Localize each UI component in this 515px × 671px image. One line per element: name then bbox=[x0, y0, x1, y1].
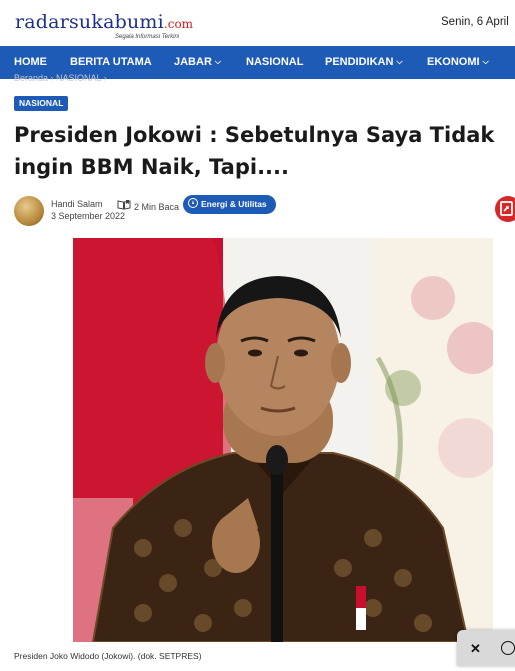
article-photo bbox=[73, 238, 493, 642]
author-name[interactable]: Handi Salam bbox=[51, 199, 103, 209]
breadcrumb-home[interactable]: Beranda bbox=[14, 73, 48, 83]
share-button[interactable] bbox=[495, 196, 515, 222]
nav-label: NASIONAL bbox=[246, 56, 304, 68]
nav-label: HOME bbox=[14, 56, 47, 68]
topic-tag[interactable]: Energi & Utilitas bbox=[183, 195, 276, 214]
current-date: Senin, 6 April bbox=[441, 16, 509, 28]
title-line-1: Presiden Jokowi : Sebetulnya Saya Tidak bbox=[14, 123, 495, 147]
arrow-circle-icon[interactable] bbox=[501, 641, 515, 655]
nav-home[interactable]: HOME bbox=[14, 56, 47, 68]
site-tagline: Segala Informasi Terkini bbox=[115, 34, 180, 40]
nav-ekonomi[interactable]: EKONOMI ⌵ bbox=[427, 56, 489, 68]
site-header: radarsukabumi.com Segala Informasi Terki… bbox=[0, 0, 515, 46]
nav-jabar[interactable]: JABAR ⌵ bbox=[174, 56, 221, 68]
article-title: Presiden Jokowi : Sebetulnya Saya Tidak … bbox=[14, 119, 514, 183]
nav-label: BERITA UTAMA bbox=[70, 56, 152, 68]
photo-caption: Presiden Joko Widodo (Jokowi). (dok. SET… bbox=[14, 651, 202, 661]
site-logo[interactable]: radarsukabumi.com Segala Informasi Terki… bbox=[15, 11, 194, 40]
share-icon bbox=[500, 201, 513, 216]
breadcrumb-category[interactable]: NASIONAL bbox=[56, 73, 101, 83]
chevron-down-icon: ⌵ bbox=[214, 57, 221, 66]
logo-text: radarsukabumi bbox=[15, 11, 164, 33]
read-time: 2 Min Baca bbox=[134, 202, 180, 212]
nav-nasional[interactable]: NASIONAL bbox=[246, 56, 303, 68]
nav-label: EKONOMI bbox=[427, 56, 480, 68]
breadcrumb: Beranda › NASIONAL › bbox=[14, 73, 107, 83]
nav-label: PENDIDIKAN bbox=[325, 56, 394, 68]
topic-label: Energi & Utilitas bbox=[201, 199, 267, 209]
category-badge[interactable]: NASIONAL bbox=[14, 96, 69, 111]
book-open-icon bbox=[117, 200, 131, 210]
nav-label: JABAR bbox=[174, 56, 212, 68]
chevron-down-icon: ⌵ bbox=[396, 57, 403, 66]
chevron-down-icon: ⌵ bbox=[482, 57, 489, 66]
nav-pendidikan[interactable]: PENDIDIKAN ⌵ bbox=[325, 56, 403, 68]
arrow-up-circle-icon bbox=[188, 198, 198, 208]
author-avatar[interactable] bbox=[14, 196, 44, 226]
logo-domain: .com bbox=[163, 17, 194, 31]
title-line-2: ingin BBM Naik, Tapi.... bbox=[14, 155, 289, 179]
breadcrumb-separator: › bbox=[103, 73, 107, 83]
photo-president-speaking bbox=[73, 238, 493, 642]
close-icon[interactable]: ✕ bbox=[470, 641, 481, 657]
nav-berita-utama[interactable]: BERITA UTAMA bbox=[70, 56, 152, 68]
publish-date: 3 September 2022 bbox=[51, 211, 126, 221]
